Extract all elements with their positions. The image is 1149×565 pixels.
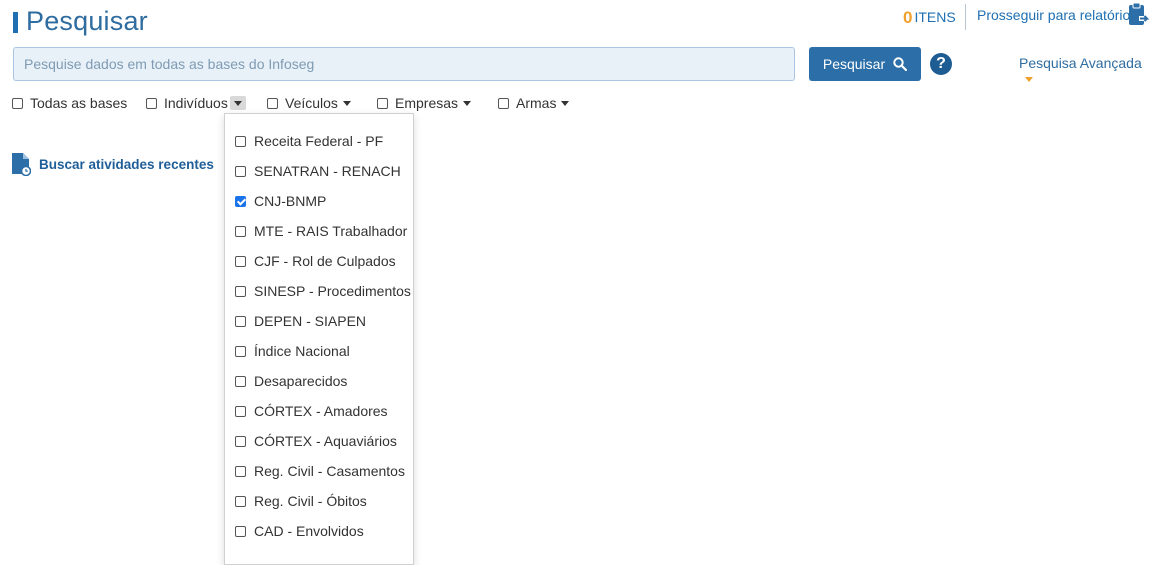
menu-item-label: CÓRTEX - Amadores <box>254 403 388 419</box>
document-clock-icon <box>12 153 31 176</box>
menu-item-depen-siapen[interactable]: DEPEN - SIAPEN <box>235 312 366 330</box>
checkbox[interactable] <box>235 315 246 327</box>
menu-item-label: Receita Federal - PF <box>254 133 384 149</box>
menu-item-label: SINESP - Procedimentos <box>254 283 411 299</box>
checkbox[interactable] <box>235 465 246 477</box>
menu-item-cortex-amadores[interactable]: CÓRTEX - Amadores <box>235 402 388 420</box>
menu-item-cad-envolvidos[interactable]: CAD - Envolvidos <box>235 522 364 540</box>
checkbox[interactable] <box>377 97 388 109</box>
menu-item-label: SENATRAN - RENACH <box>254 163 401 179</box>
header-divider <box>965 4 966 30</box>
menu-item-label: CJF - Rol de Culpados <box>254 253 396 269</box>
menu-item-label: CÓRTEX - Aquaviários <box>254 433 397 449</box>
checkbox[interactable] <box>235 225 246 237</box>
menu-item-mte-rais[interactable]: MTE - RAIS Trabalhador <box>235 222 407 240</box>
menu-item-sinesp-procedimentos[interactable]: SINESP - Procedimentos <box>235 282 411 300</box>
filter-label: Indivíduos <box>164 95 228 111</box>
checkbox[interactable] <box>267 97 278 109</box>
checkbox[interactable] <box>235 255 246 267</box>
filter-empresas[interactable]: Empresas <box>377 94 472 112</box>
checkbox[interactable] <box>235 345 246 357</box>
menu-item-cjf-rol-culpados[interactable]: CJF - Rol de Culpados <box>235 252 396 270</box>
filter-label: Veículos <box>285 95 338 111</box>
checkbox[interactable] <box>498 97 509 109</box>
checkbox[interactable] <box>12 97 23 109</box>
filter-label: Todas as bases <box>30 95 128 111</box>
search-input[interactable] <box>13 47 795 81</box>
chevron-down-icon <box>1025 77 1033 82</box>
menu-item-label: MTE - RAIS Trabalhador <box>254 223 408 239</box>
menu-item-label: Reg. Civil - Óbitos <box>254 493 367 509</box>
chevron-down-icon[interactable] <box>342 100 351 106</box>
checkbox[interactable] <box>235 405 246 417</box>
chevron-down-icon[interactable] <box>561 100 570 106</box>
menu-item-desaparecidos[interactable]: Desaparecidos <box>235 372 347 390</box>
items-count-value: 0 <box>903 8 913 27</box>
menu-item-label: DEPEN - SIAPEN <box>254 313 367 329</box>
advanced-search-label: Pesquisa Avançada <box>1019 55 1142 71</box>
menu-item-label: Índice Nacional <box>254 343 350 359</box>
menu-item-reg-civil-casamentos[interactable]: Reg. Civil - Casamentos <box>235 462 405 480</box>
recent-activities-label: Buscar atividades recentes <box>39 156 214 172</box>
clipboard-report-icon[interactable] <box>1127 2 1149 26</box>
filter-armas[interactable]: Armas <box>498 94 570 112</box>
filter-todas-as-bases[interactable]: Todas as bases <box>12 94 127 112</box>
menu-item-cnj-bnmp[interactable]: CNJ-BNMP <box>235 192 326 210</box>
items-counter[interactable]: 0 ITENS <box>903 8 956 28</box>
filter-label: Armas <box>516 95 557 111</box>
chevron-down-icon <box>233 100 242 106</box>
advanced-search-link[interactable]: Pesquisa Avançada <box>1019 55 1149 87</box>
items-count-label: ITENS <box>914 9 956 25</box>
filter-veiculos[interactable]: Veículos <box>267 94 351 112</box>
menu-item-label: CAD - Envolvidos <box>254 523 364 539</box>
menu-item-label: CNJ-BNMP <box>254 193 327 209</box>
checkbox[interactable] <box>235 495 246 507</box>
search-icon <box>893 57 908 71</box>
recent-activities-link[interactable]: Buscar atividades recentes <box>11 152 214 176</box>
checkbox[interactable] <box>235 135 246 147</box>
menu-item-senatran-renach[interactable]: SENATRAN - RENACH <box>235 162 401 180</box>
search-button-label: Pesquisar <box>822 56 886 72</box>
filter-label: Empresas <box>395 95 459 111</box>
chevron-down-icon[interactable] <box>463 100 472 106</box>
checkbox[interactable] <box>235 285 246 297</box>
help-icon[interactable]: ? <box>930 53 952 75</box>
checkbox[interactable] <box>146 97 157 109</box>
checkbox-checked[interactable] <box>235 195 246 207</box>
menu-item-label: Desaparecidos <box>254 373 348 389</box>
title-accent-bar <box>13 12 18 33</box>
menu-item-indice-nacional[interactable]: Índice Nacional <box>235 342 350 360</box>
proceed-to-report-link[interactable]: Prosseguir para relatório <box>977 7 1130 23</box>
dropdown-toggle[interactable] <box>229 96 246 110</box>
checkbox[interactable] <box>235 375 246 387</box>
checkbox[interactable] <box>235 435 246 447</box>
menu-item-reg-civil-obitos[interactable]: Reg. Civil - Óbitos <box>235 492 367 510</box>
search-button[interactable]: Pesquisar <box>809 47 921 81</box>
filter-individuos[interactable]: Indivíduos <box>146 94 246 112</box>
checkbox[interactable] <box>235 525 246 537</box>
menu-item-label: Reg. Civil - Casamentos <box>254 463 405 479</box>
page-title: Pesquisar <box>26 6 148 36</box>
checkbox[interactable] <box>235 165 246 177</box>
menu-item-cortex-aquaviarios[interactable]: CÓRTEX - Aquaviários <box>235 432 397 450</box>
menu-item-receita-federal-pf[interactable]: Receita Federal - PF <box>235 132 383 150</box>
individuos-dropdown-menu: Receita Federal - PF SENATRAN - RENACH C… <box>224 113 414 565</box>
